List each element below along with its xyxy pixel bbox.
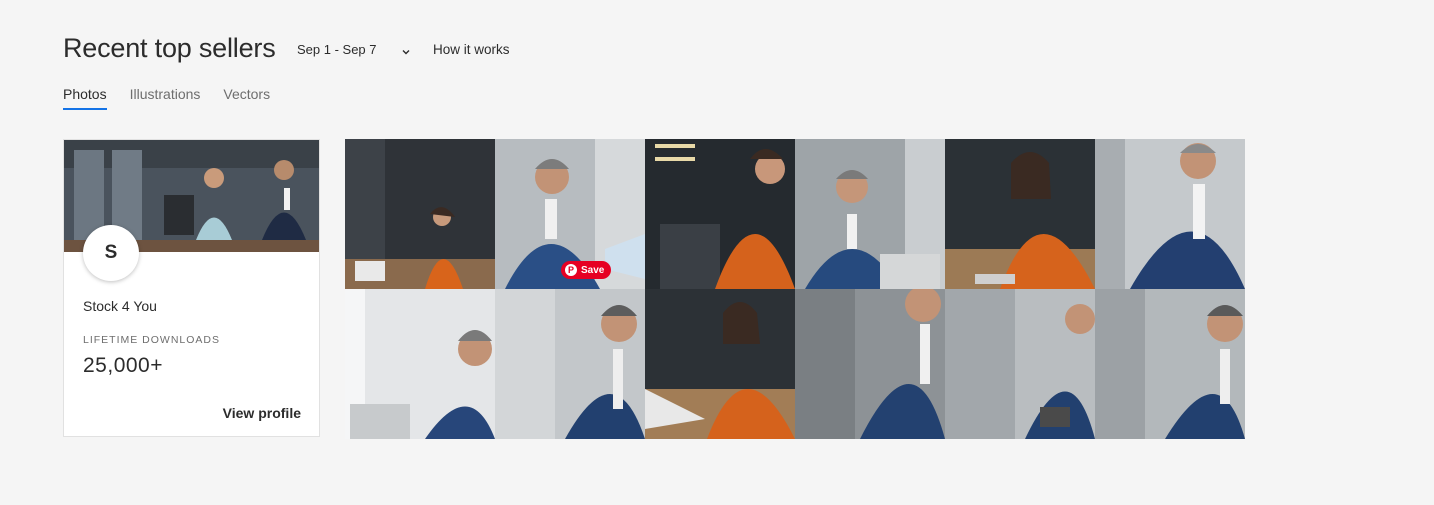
photo-tile[interactable] xyxy=(345,289,495,439)
how-it-works-link[interactable]: How it works xyxy=(433,42,510,57)
photo-tile[interactable] xyxy=(795,139,945,289)
photo-tile[interactable] xyxy=(345,139,495,289)
photo-tile[interactable] xyxy=(1095,139,1245,289)
photo-tile[interactable] xyxy=(645,139,795,289)
date-range-dropdown[interactable]: Sep 1 - Sep 7 xyxy=(297,42,411,57)
photo-tile[interactable] xyxy=(945,289,1095,439)
page-title: Recent top sellers xyxy=(63,33,276,63)
seller-card: S Stock 4 You LIFETIME DOWNLOADS 25,000+… xyxy=(63,139,320,437)
photo-grid: P Save xyxy=(345,139,1245,439)
category-tabs: Photos Illustrations Vectors xyxy=(63,86,270,110)
photo-tile[interactable] xyxy=(945,139,1095,289)
pinterest-save-button[interactable]: P Save xyxy=(561,261,612,279)
tab-photos[interactable]: Photos xyxy=(63,86,107,110)
photo-tile[interactable] xyxy=(645,289,795,439)
seller-name[interactable]: Stock 4 You xyxy=(83,298,157,314)
pinterest-icon: P xyxy=(565,264,577,276)
photo-tile[interactable] xyxy=(1095,289,1245,439)
avatar[interactable]: S xyxy=(83,225,139,281)
photo-tile[interactable] xyxy=(795,289,945,439)
save-label: Save xyxy=(581,264,605,276)
tab-illustrations[interactable]: Illustrations xyxy=(130,86,201,110)
downloads-label: LIFETIME DOWNLOADS xyxy=(83,334,221,346)
date-range-label: Sep 1 - Sep 7 xyxy=(297,42,377,57)
photo-tile[interactable] xyxy=(495,289,645,439)
tab-vectors[interactable]: Vectors xyxy=(223,86,270,110)
chevron-down-icon xyxy=(401,45,411,55)
view-profile-link[interactable]: View profile xyxy=(223,405,301,421)
downloads-value: 25,000+ xyxy=(83,354,163,377)
